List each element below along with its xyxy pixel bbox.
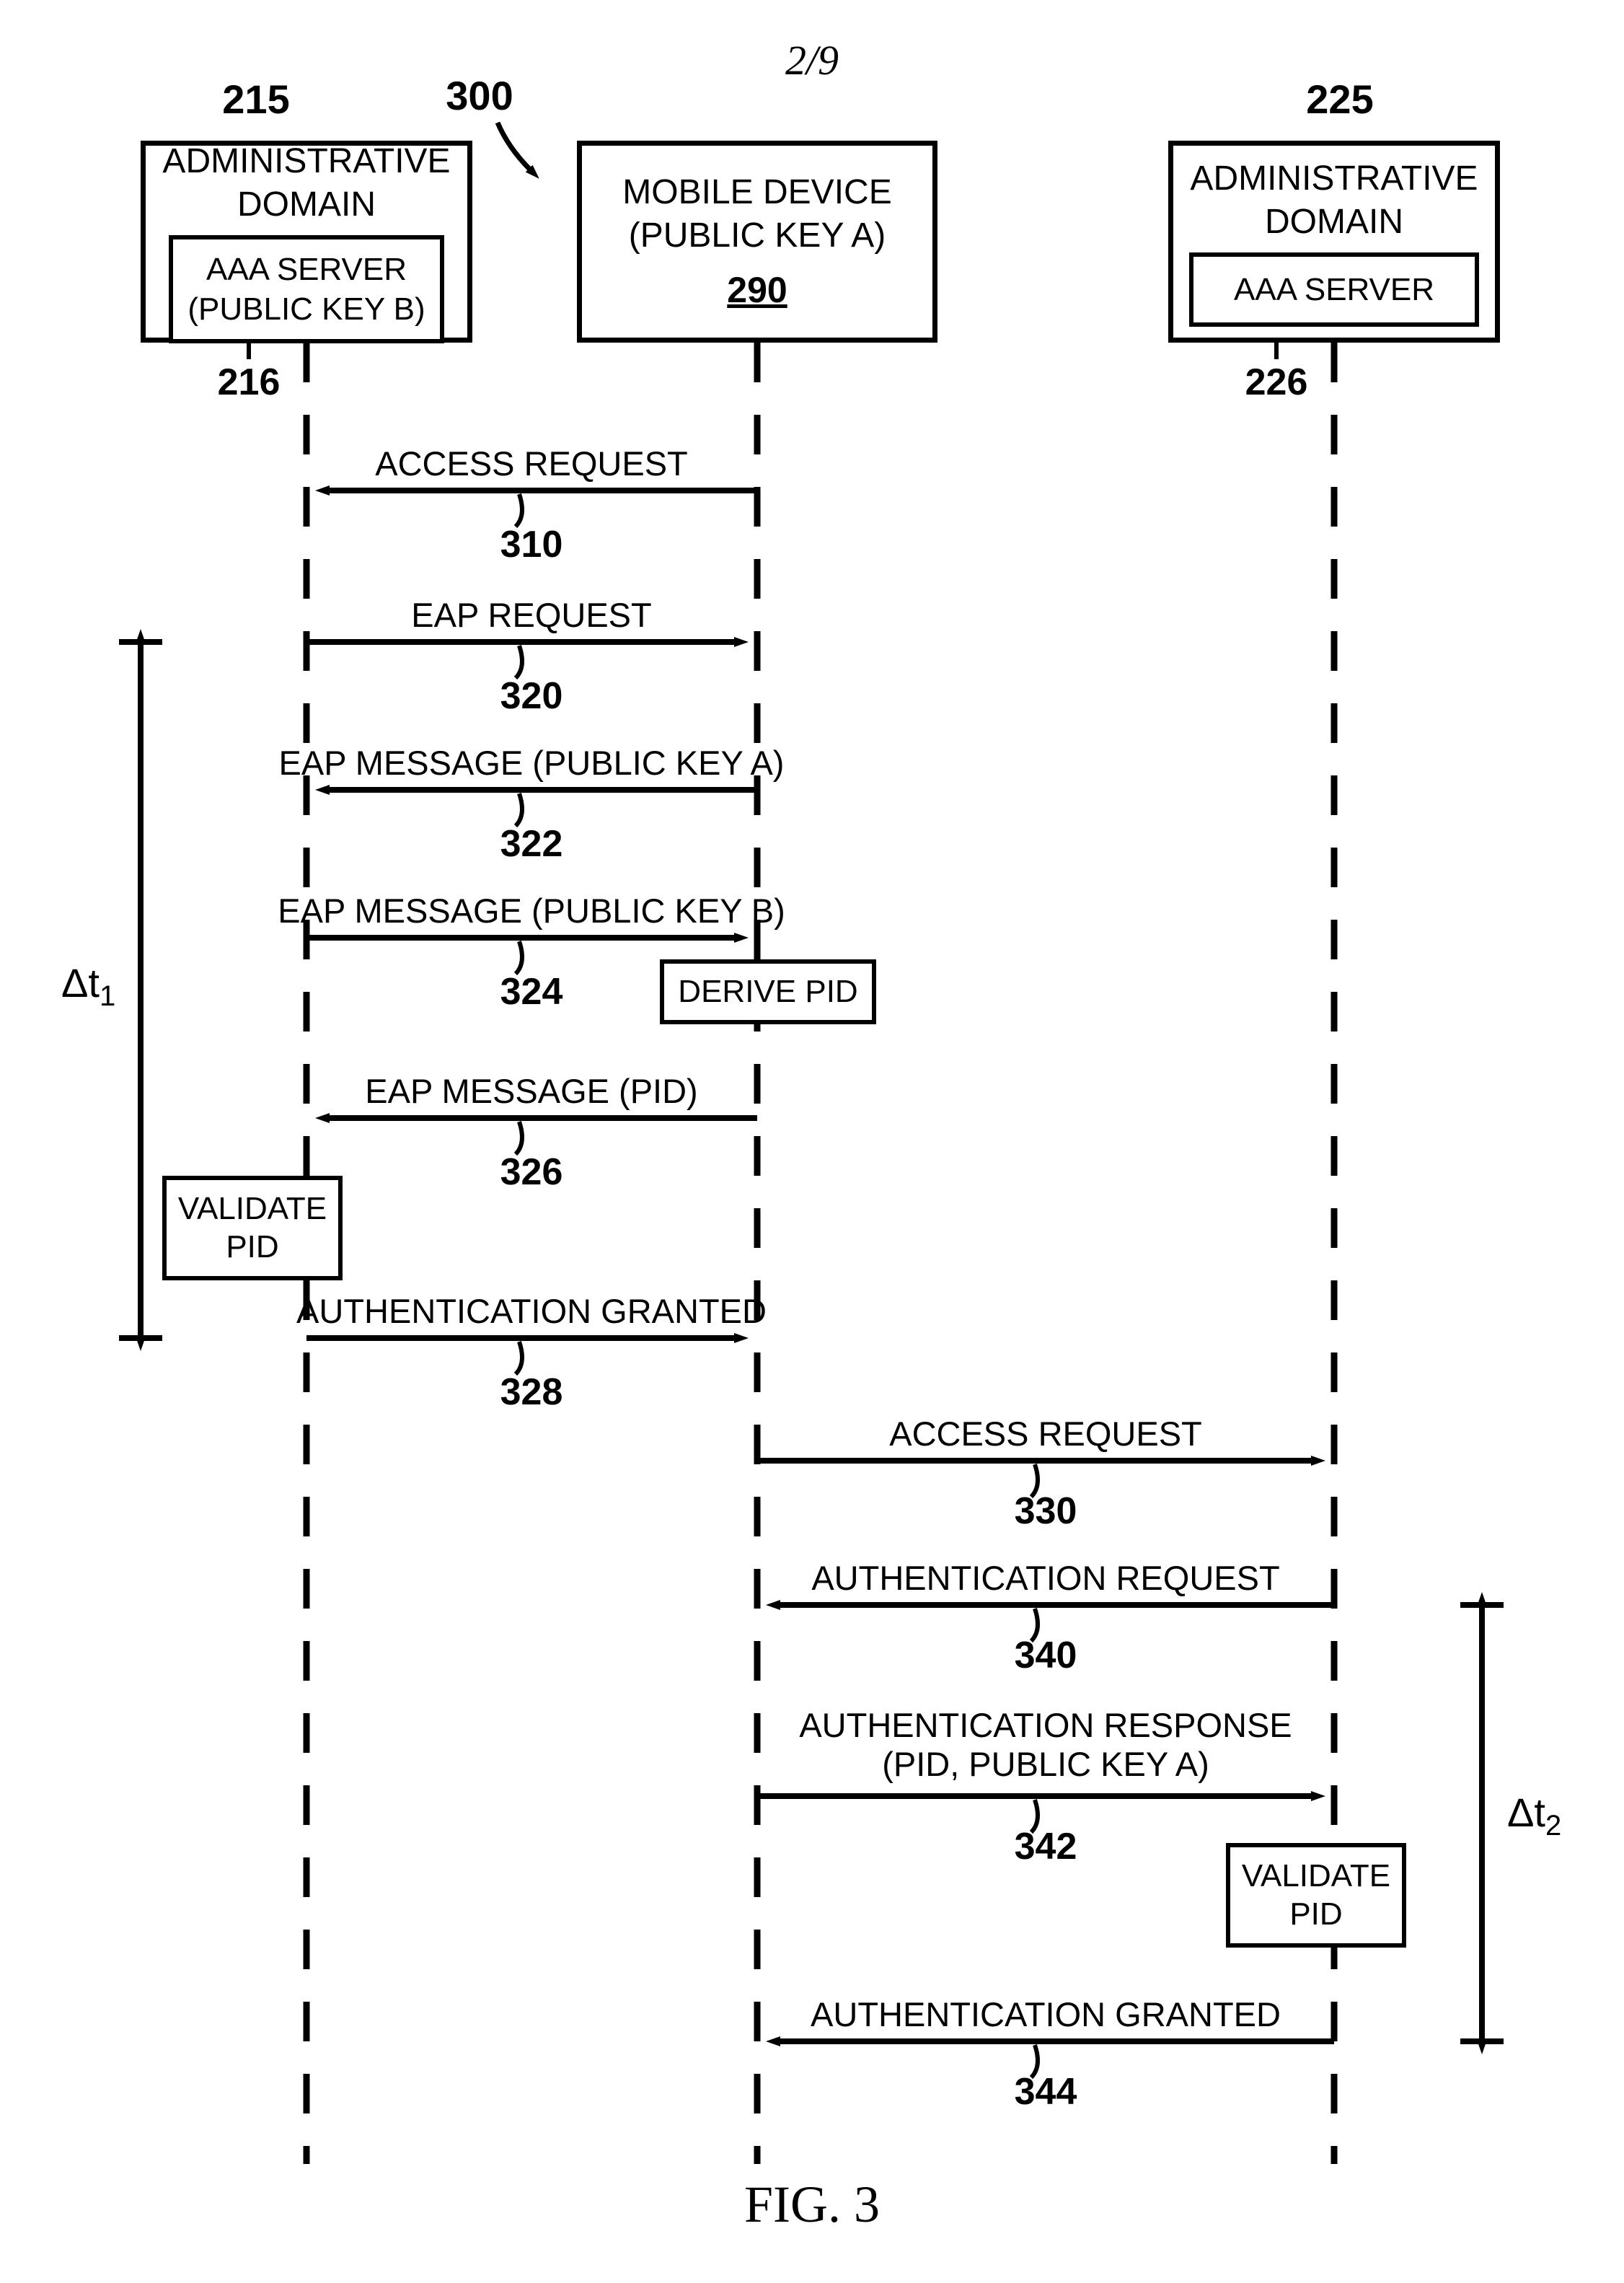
delta-t2-prefix: Δt <box>1507 1790 1545 1835</box>
msg-310-label: ACCESS REQUEST <box>375 444 688 483</box>
msg-330-ref: 330 <box>1015 1490 1077 1533</box>
msg-342-ref: 342 <box>1015 1825 1077 1868</box>
validate-pid-right-box: VALIDATE PID <box>1226 1843 1406 1948</box>
figure-label: FIG. 3 <box>744 2175 880 2235</box>
delta-t2-label: Δt2 <box>1507 1789 1561 1842</box>
msg-322-ref: 322 <box>500 822 563 866</box>
msg-320-label: EAP REQUEST <box>411 595 651 635</box>
msg-330-label: ACCESS REQUEST <box>889 1414 1202 1453</box>
msg-340-label: AUTHENTICATION REQUEST <box>811 1558 1279 1598</box>
msg-326-label: EAP MESSAGE (PID) <box>365 1071 697 1111</box>
msg-344-ref: 344 <box>1015 2070 1077 2113</box>
delta-t1-prefix: Δt <box>61 960 100 1006</box>
msg-326-ref: 326 <box>500 1151 563 1194</box>
aaa-server-left: AAA SERVER (PUBLIC KEY B) <box>169 235 443 343</box>
msg-342-label: AUTHENTICATION RESPONSE (PID, PUBLIC KEY… <box>786 1706 1305 1784</box>
msg-320-ref: 320 <box>500 674 563 718</box>
msg-340-ref: 340 <box>1015 1634 1077 1677</box>
ref-215: 215 <box>222 76 289 123</box>
msg-310-ref: 310 <box>500 523 563 566</box>
admin-domain-left-box: ADMINISTRATIVE DOMAIN AAA SERVER (PUBLIC… <box>141 141 472 343</box>
ref-225: 225 <box>1306 76 1373 123</box>
ref-300: 300 <box>446 72 513 119</box>
admin-domain-right-box: ADMINISTRATIVE DOMAIN AAA SERVER <box>1168 141 1500 343</box>
ref-226: 226 <box>1245 361 1308 404</box>
msg-328-ref: 328 <box>500 1371 563 1414</box>
admin-domain-left-title: ADMINISTRATIVE DOMAIN <box>162 140 450 226</box>
derive-pid-box: DERIVE PID <box>660 959 876 1024</box>
msg-344-label: AUTHENTICATION GRANTED <box>811 1994 1281 2034</box>
delta-t1-sub: 1 <box>100 980 115 1012</box>
msg-324-label: EAP MESSAGE (PUBLIC KEY B) <box>278 891 785 931</box>
aaa-server-right: AAA SERVER <box>1189 252 1479 327</box>
delta-t2-sub: 2 <box>1545 1810 1561 1842</box>
mobile-device-title: MOBILE DEVICE (PUBLIC KEY A) <box>622 171 891 258</box>
page-number: 2/9 <box>785 36 839 84</box>
delta-t1-label: Δt1 <box>61 959 115 1013</box>
msg-328-label: AUTHENTICATION GRANTED <box>296 1291 767 1331</box>
msg-322-label: EAP MESSAGE (PUBLIC KEY A) <box>279 743 785 783</box>
validate-pid-left-box: VALIDATE PID <box>162 1176 343 1280</box>
mobile-device-ref: 290 <box>727 268 787 313</box>
msg-324-ref: 324 <box>500 970 563 1013</box>
mobile-device-box: MOBILE DEVICE (PUBLIC KEY A) 290 <box>577 141 937 343</box>
admin-domain-right-title: ADMINISTRATIVE DOMAIN <box>1190 157 1478 244</box>
ref-216: 216 <box>218 361 281 404</box>
